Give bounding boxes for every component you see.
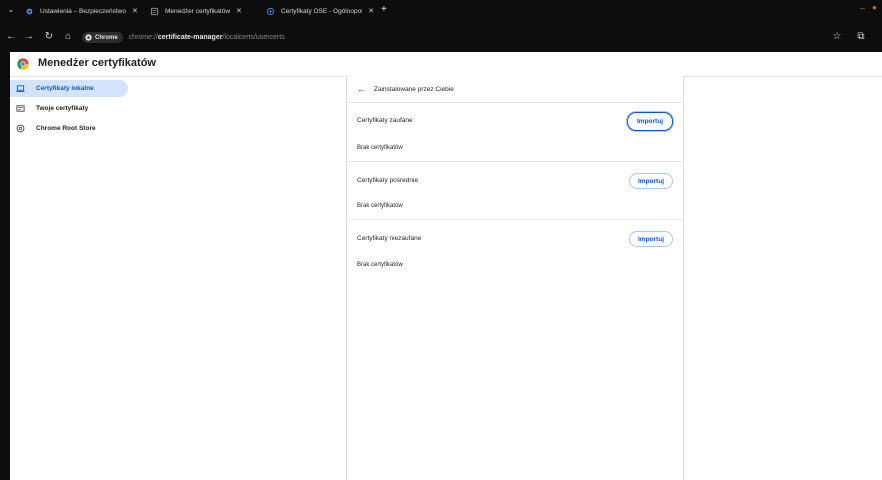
back-arrow-icon[interactable]: ← [357,84,366,94]
chip-label: Chrome [95,34,118,41]
section-title-trusted: Certyfikaty zaufane [357,117,413,124]
tab-strip: ⌄ Ustawienia – Bezpieczeństwo ✕ Menedżer… [0,0,882,19]
empty-state-untrusted: Brak certyfikatów [357,262,403,268]
sidebar-item-root-store[interactable]: Chrome Root Store [10,120,128,137]
back-icon[interactable]: ← [4,30,18,44]
tab-title: Menedżer certyfikatów [165,7,231,15]
import-intermediate-button[interactable]: Importuj [629,173,673,189]
import-trusted-button[interactable]: Importuj [627,112,673,131]
page-header: Menedżer certyfikatów [10,52,882,77]
minimize-icon[interactable]: – [860,3,865,13]
address-bar[interactable]: Chrome chrome://certificate-manager/loca… [82,30,822,45]
sidebar-item-label: Certyfikaty lokalne [36,85,94,92]
url-host: certificate-manager [157,34,223,41]
home-icon[interactable]: ⌂ [61,30,75,44]
site-info-chip[interactable]: Chrome [82,32,123,43]
back-link[interactable]: ← Zainstalowane przez Ciebie [357,84,454,94]
page-title: Menedżer certyfikatów [38,57,156,69]
divider [347,161,683,162]
profile-icon[interactable]: ● [872,3,880,12]
import-untrusted-button[interactable]: Importuj [629,231,673,247]
sidebar-item-label: Chrome Root Store [36,125,96,132]
sidebar-item-label: Twoje certyfikaty [36,105,89,112]
reload-icon[interactable]: ↻ [42,30,56,44]
url-path: /localcerts/usercerts [222,34,285,41]
url-scheme: chrome:// [128,34,158,41]
laptop-icon [16,85,25,92]
chrome-logo-icon [17,58,29,70]
close-icon[interactable]: ✕ [132,7,138,15]
tab-certyfikaty-ose[interactable]: Certyfikaty OSE - Ogólnopolski ✕ [266,4,374,18]
new-tab-icon[interactable]: + [381,4,387,16]
section-title-intermediate: Certyfikaty pośrednie [357,177,419,184]
tab-certificate-manager[interactable]: Menedżer certyfikatów ✕ [150,4,258,18]
id-card-icon [16,105,25,112]
tab-search-icon[interactable]: ⌄ [6,5,16,15]
browser-window: ⌄ Ustawienia – Bezpieczeństwo ✕ Menedżer… [0,0,882,480]
divider [347,102,683,103]
sidebar-item-local-certs[interactable]: Certyfikaty lokalne [10,80,128,97]
page-content: Menedżer certyfikatów Certyfikaty lokaln… [10,52,882,480]
sidebar-item-your-certs[interactable]: Twoje certyfikaty [10,100,128,117]
certificate-icon [150,7,159,15]
tab-title: Certyfikaty OSE - Ogólnopolski [281,7,363,15]
shield-icon [16,124,25,133]
empty-state-trusted: Brak certyfikatów [357,145,403,151]
subpage-title: Zainstalowane przez Ciebie [374,85,454,93]
divider [347,219,683,220]
section-title-untrusted: Certyfikaty niezaufane [357,235,422,242]
certificates-panel: ← Zainstalowane przez Ciebie Certyfikaty… [346,76,684,480]
tab-settings-security[interactable]: Ustawienia – Bezpieczeństwo ✕ [25,4,143,18]
sidebar: Certyfikaty lokalne Twoje certyfikaty Ch… [10,80,140,140]
empty-state-intermediate: Brak certyfikatów [357,203,403,209]
gear-icon [26,8,33,14]
close-icon[interactable]: ✕ [236,7,242,15]
page-icon [266,7,275,15]
forward-icon[interactable]: → [22,30,36,44]
browser-toolbar: ← → ↻ ⌂ Chrome chrome://certificate-mana… [0,28,882,48]
close-icon[interactable]: ✕ [368,7,374,15]
bookmark-star-icon[interactable]: ☆ [830,30,844,44]
tab-title: Ustawienia – Bezpieczeństwo [40,7,126,15]
extensions-icon[interactable]: ⧉ [854,30,868,44]
chrome-icon [85,34,92,41]
